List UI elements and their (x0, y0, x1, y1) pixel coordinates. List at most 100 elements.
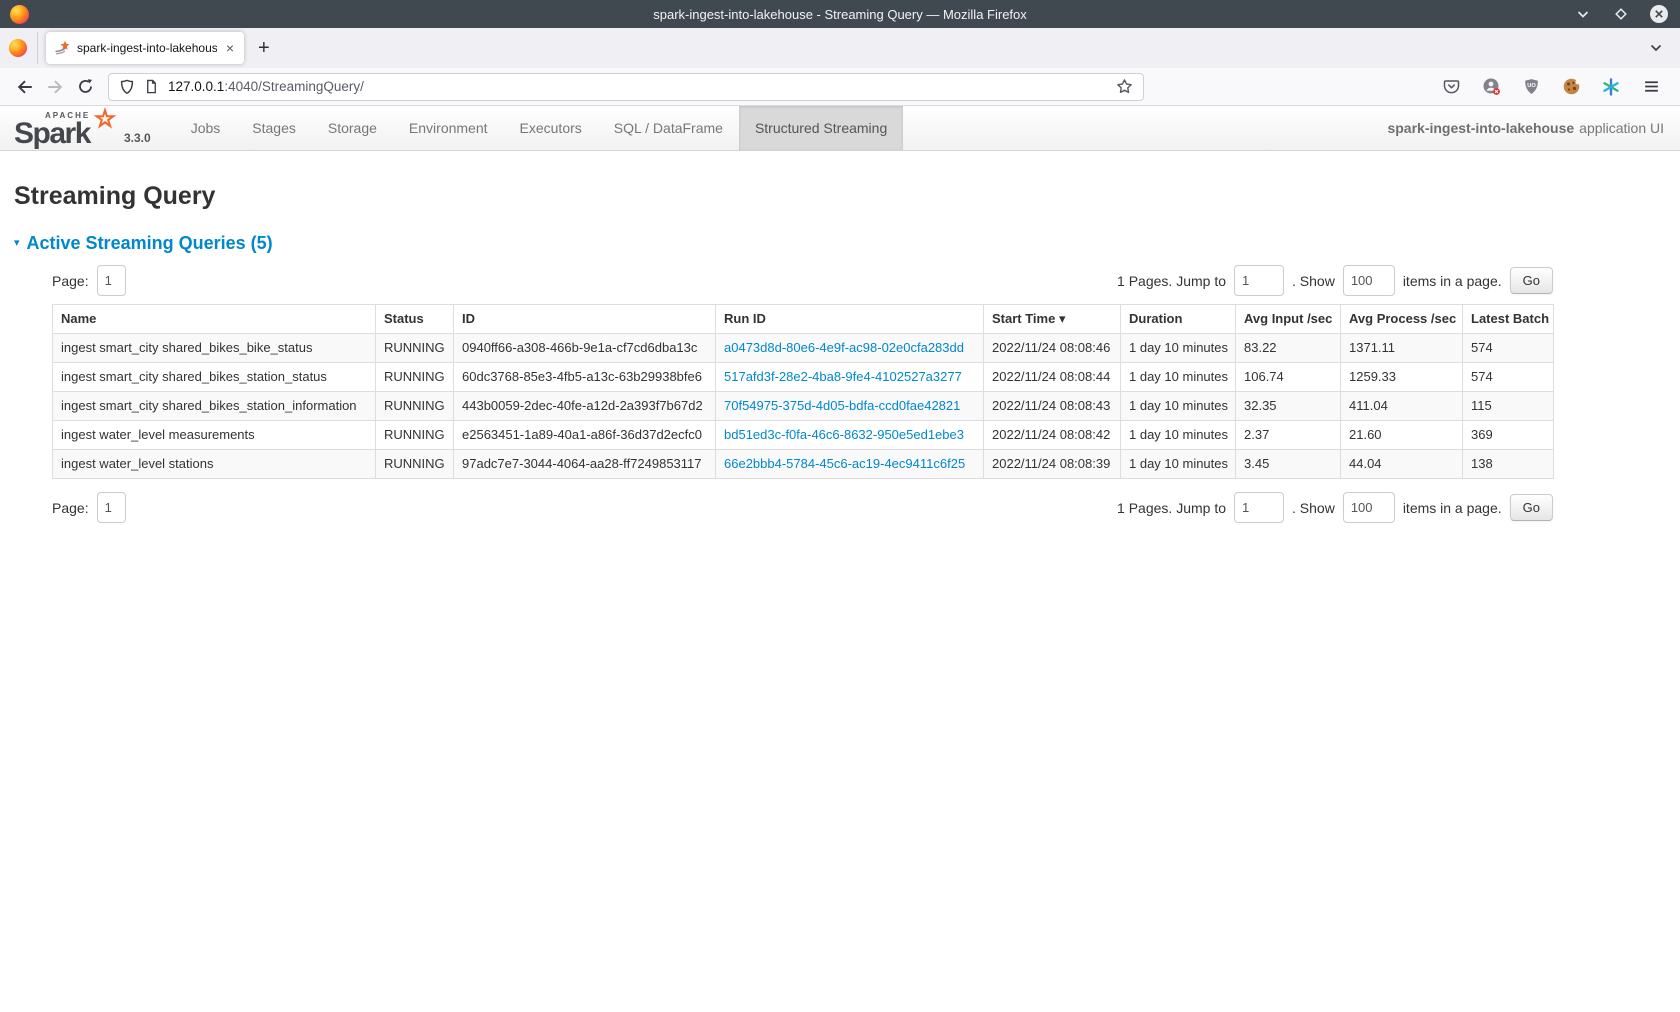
privacy-extension-button[interactable] (1476, 73, 1506, 101)
chevron-down-icon (1648, 40, 1664, 56)
column-header[interactable]: Run ID (716, 305, 984, 334)
cell-avg-input-per-sec: 83.22 (1236, 334, 1341, 363)
reload-button[interactable] (70, 73, 100, 101)
chevron-down-icon (1575, 6, 1591, 22)
star-icon (1116, 78, 1133, 95)
spark-favicon (54, 40, 70, 56)
firefox-logo-icon (10, 5, 29, 24)
pocket-icon (1443, 78, 1460, 95)
cell-start-time: 2022/11/24 08:08:42 (984, 421, 1121, 450)
cell-duration: 1 day 10 minutes (1121, 392, 1236, 421)
bookmark-star-button[interactable] (1116, 78, 1133, 95)
url-bar[interactable]: 127.0.0.1:4040/StreamingQuery/ (108, 73, 1144, 101)
back-arrow-icon (16, 78, 34, 96)
streaming-queries-table: NameStatusIDRun IDStart Time ▾DurationAv… (52, 304, 1554, 479)
active-queries-section: Page: 1 Pages. Jump to . Show items in a… (52, 265, 1553, 523)
cell-name: ingest water_level measurements (53, 421, 376, 450)
shield-permissions-icon[interactable] (119, 79, 135, 95)
maximize-button[interactable] (1610, 3, 1632, 25)
column-header[interactable]: Start Time ▾ (984, 305, 1121, 334)
cell-run-id: 70f54975-375d-4d05-bdfa-ccd0fae42821 (716, 392, 984, 421)
nav-tab-structured-streaming[interactable]: Structured Streaming (739, 106, 903, 150)
cell-duration: 1 day 10 minutes (1121, 450, 1236, 479)
cell-run-id: a0473d8d-80e6-4e9f-ac98-02e0cfa283dd (716, 334, 984, 363)
cell-latest-batch: 574 (1463, 363, 1554, 392)
run-id-link[interactable]: 517afd3f-28e2-4ba8-9fe4-4102527a3277 (724, 369, 962, 384)
tab-title: spark-ingest-into-lakehous (77, 41, 217, 55)
page-label: Page: (52, 273, 89, 289)
cell-start-time: 2022/11/24 08:08:39 (984, 450, 1121, 479)
jump-to-page-input[interactable] (1234, 265, 1284, 296)
back-button[interactable] (10, 73, 40, 101)
new-tab-button[interactable]: + (258, 37, 270, 60)
run-id-link[interactable]: bd51ed3c-f0fa-46c6-8632-950e5ed1ebe3 (724, 427, 964, 442)
firefox-view-button[interactable] (8, 32, 38, 64)
page-number-input[interactable] (97, 492, 126, 523)
run-id-link[interactable]: a0473d8d-80e6-4e9f-ac98-02e0cfa283dd (724, 340, 964, 355)
snowflake-extension-button[interactable] (1596, 73, 1626, 101)
window-titlebar: spark-ingest-into-lakehouse - Streaming … (0, 0, 1680, 28)
cell-latest-batch: 115 (1463, 392, 1554, 421)
nav-tab-executors[interactable]: Executors (504, 106, 598, 150)
pocket-button[interactable] (1436, 73, 1466, 101)
page-number-input[interactable] (97, 265, 126, 296)
nav-tab-storage[interactable]: Storage (312, 106, 393, 150)
page-content: Streaming Query ▾ Active Streaming Queri… (0, 182, 1680, 523)
nav-tab-jobs[interactable]: Jobs (175, 106, 237, 150)
table-row: ingest smart_city shared_bikes_station_s… (53, 363, 1554, 392)
cell-duration: 1 day 10 minutes (1121, 421, 1236, 450)
close-button[interactable] (1648, 3, 1670, 25)
run-id-link[interactable]: 66e2bbb4-5784-45c6-ac19-4ec9411c6f25 (724, 456, 965, 471)
page-info-icon[interactable] (144, 79, 159, 94)
spark-logo[interactable]: APACHE Spark (14, 106, 118, 151)
column-header[interactable]: Status (376, 305, 454, 334)
forward-button[interactable] (40, 73, 70, 101)
column-header[interactable]: Avg Process /sec (1341, 305, 1463, 334)
cell-id: 443b0059-2dec-40fe-a12d-2a393f7b67d2 (454, 392, 716, 421)
items-per-page-input[interactable] (1343, 492, 1395, 523)
go-button[interactable]: Go (1510, 494, 1553, 521)
url-path: :4040/StreamingQuery/ (224, 79, 364, 94)
active-queries-section-header[interactable]: ▾ Active Streaming Queries (5) (14, 233, 1666, 254)
column-header[interactable]: Avg Input /sec (1236, 305, 1341, 334)
column-header[interactable]: Name (53, 305, 376, 334)
application-ui-label: spark-ingest-into-lakehouse application … (1387, 106, 1680, 150)
items-per-page-input[interactable] (1343, 265, 1395, 296)
column-header[interactable]: Duration (1121, 305, 1236, 334)
show-text: . Show (1292, 273, 1335, 289)
cell-start-time: 2022/11/24 08:08:46 (984, 334, 1121, 363)
minimize-button[interactable] (1572, 3, 1594, 25)
cell-status: RUNNING (376, 421, 454, 450)
cell-avg-input-per-sec: 3.45 (1236, 450, 1341, 479)
cookie-extension-button[interactable] (1556, 73, 1586, 101)
menu-button[interactable] (1636, 73, 1666, 101)
total-pages-text: 1 Pages. Jump to (1117, 500, 1226, 516)
nav-tab-sql-dataframe[interactable]: SQL / DataFrame (598, 106, 739, 150)
cell-avg-input-per-sec: 106.74 (1236, 363, 1341, 392)
nav-tab-environment[interactable]: Environment (393, 106, 504, 150)
total-pages-text: 1 Pages. Jump to (1117, 273, 1226, 289)
browser-tab[interactable]: spark-ingest-into-lakehous × (46, 32, 244, 64)
tab-close-button[interactable]: × (224, 41, 236, 55)
jump-to-page-input[interactable] (1234, 492, 1284, 523)
cell-run-id: 517afd3f-28e2-4ba8-9fe4-4102527a3277 (716, 363, 984, 392)
nav-tab-stages[interactable]: Stages (236, 106, 312, 150)
page-title: Streaming Query (14, 182, 1666, 211)
ublock-extension-button[interactable]: UO (1516, 73, 1546, 101)
cell-start-time: 2022/11/24 08:08:43 (984, 392, 1121, 421)
spark-logo-word: Spark (14, 117, 90, 151)
cell-id: 97adc7e7-3044-4064-aa28-ff7249853117 (454, 450, 716, 479)
column-header[interactable]: ID (454, 305, 716, 334)
column-header[interactable]: Latest Batch (1463, 305, 1554, 334)
cell-avg-input-per-sec: 2.37 (1236, 421, 1341, 450)
list-all-tabs-button[interactable] (1648, 40, 1664, 56)
cell-status: RUNNING (376, 363, 454, 392)
run-id-link[interactable]: 70f54975-375d-4d05-bdfa-ccd0fae42821 (724, 398, 960, 413)
table-header-row: NameStatusIDRun IDStart Time ▾DurationAv… (53, 305, 1554, 334)
profile-blocked-icon (1482, 77, 1501, 96)
section-title: Active Streaming Queries (5) (27, 233, 273, 254)
cell-name: ingest smart_city shared_bikes_station_s… (53, 363, 376, 392)
go-button[interactable]: Go (1510, 267, 1553, 294)
cell-avg-process-per-sec: 1259.33 (1341, 363, 1463, 392)
cell-latest-batch: 138 (1463, 450, 1554, 479)
